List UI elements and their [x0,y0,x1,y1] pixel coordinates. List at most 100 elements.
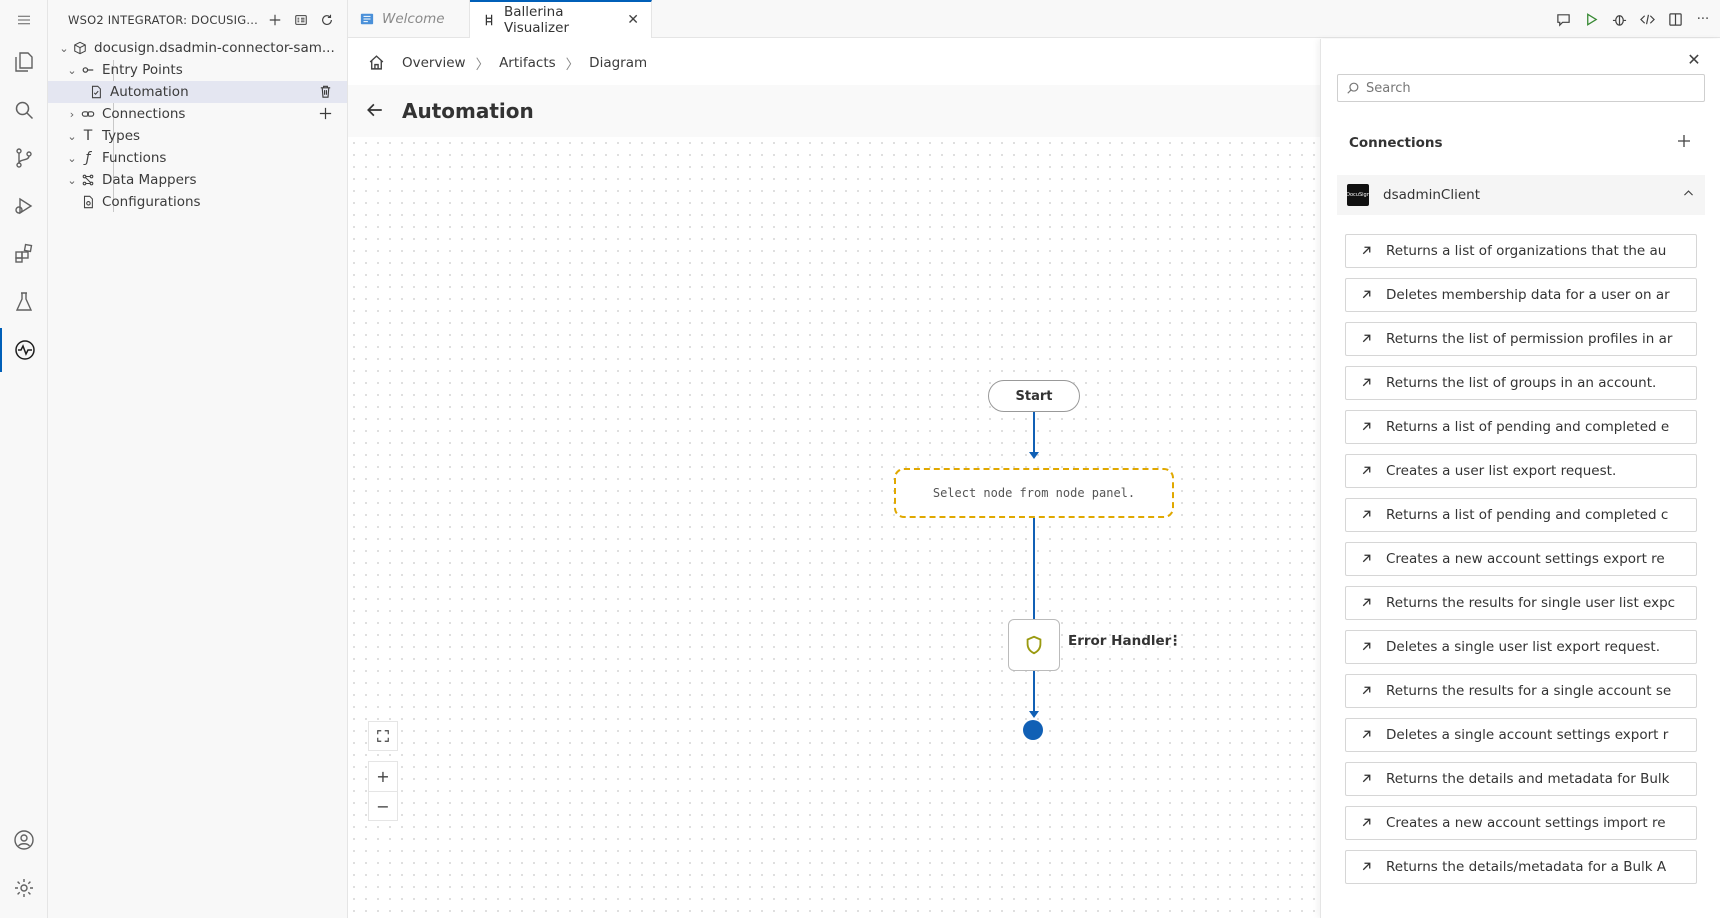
operation-label: Returns a list of pending and completed … [1386,507,1669,523]
operation-item[interactable]: Creates a new account settings export re [1345,542,1697,576]
delete-icon[interactable] [318,84,333,103]
add-connection-icon[interactable] [318,106,333,125]
tree-item-configurations[interactable]: Configurations [48,191,347,213]
chat-icon[interactable] [1554,10,1572,28]
search-input[interactable] [1366,80,1686,96]
explorer-header: WSO2 INTEGRATOR: DOCUSIG... [48,0,347,40]
arrow-up-right-icon [1360,816,1374,830]
operation-item[interactable]: Returns the results for a single account… [1345,674,1697,708]
breadcrumb-artifacts[interactable]: Artifacts [499,55,556,71]
add-icon[interactable] [266,11,284,29]
arrow-up-right-icon [1360,728,1374,742]
arrow-up-right-icon [1360,464,1374,478]
close-icon[interactable]: ✕ [627,12,639,28]
tree-item-connections[interactable]: › Connections [48,103,347,125]
chevron-right-icon: 〉 [565,57,580,73]
explorer-panel: WSO2 INTEGRATOR: DOCUSIG... ⌄ docusign.d… [48,0,348,918]
settings-gear-icon[interactable] [0,866,48,910]
operation-item[interactable]: Creates a user list export request. [1345,454,1697,488]
operation-label: Returns the details and metadata for Bul… [1386,771,1670,787]
run-debug-icon[interactable] [0,184,48,228]
operation-label: Returns a list of organizations that the… [1386,243,1667,259]
zoom-out-button[interactable]: − [368,791,398,821]
tab-welcome[interactable]: Welcome [348,0,470,38]
activity-bar [0,0,48,918]
search-box[interactable] [1337,74,1705,102]
add-connection-button[interactable] [1674,129,1694,153]
tree-project-label: docusign.dsadmin-connector-sam... [94,40,335,56]
testing-icon[interactable] [0,280,48,324]
account-icon[interactable] [0,818,48,862]
operation-item[interactable]: Returns the details and metadata for Bul… [1345,762,1697,796]
operation-item[interactable]: Returns a list of organizations that the… [1345,234,1697,268]
tree-item-data-mappers[interactable]: ⌄ Data Mappers [48,169,347,191]
search-icon[interactable] [0,88,48,132]
welcome-icon [360,12,374,26]
source-control-icon[interactable] [0,136,48,180]
chevron-down-icon: ⌄ [67,151,77,165]
tab-ballerina-visualizer[interactable]: Ballerina Visualizer ✕ [470,0,652,38]
close-panel-icon[interactable]: ✕ [1684,49,1704,69]
fit-to-screen-button[interactable] [368,721,398,751]
explorer-icon[interactable] [0,40,48,84]
operation-item[interactable]: Returns the list of permission profiles … [1345,322,1697,356]
operation-label: Returns the details/metadata for a Bulk … [1386,859,1667,875]
breadcrumb: Overview 〉 Artifacts 〉 Diagram [368,51,647,75]
operation-item[interactable]: Deletes a single user list export reques… [1345,630,1697,664]
operation-label: Creates a new account settings export re [1386,551,1665,567]
operation-item[interactable]: Deletes membership data for a user on ar [1345,278,1697,312]
kebab-menu-icon[interactable]: ⋮ [1168,633,1182,649]
arrow-head [1029,711,1039,718]
refresh-icon[interactable] [318,11,336,29]
tree-item-label: Automation [110,84,189,100]
arrow-up-right-icon [1360,552,1374,566]
operation-item[interactable]: Returns the results for single user list… [1345,586,1697,620]
operation-item[interactable]: Creates a new account settings import re [1345,806,1697,840]
tree-item-types[interactable]: ⌄ T Types [48,125,347,147]
split-editor-icon[interactable] [1666,10,1684,28]
more-actions-icon[interactable]: ··· [1694,10,1712,28]
operation-item[interactable]: Returns the list of groups in an account… [1345,366,1697,400]
operation-item[interactable]: Returns a list of pending and completed … [1345,498,1697,532]
file-icon [88,84,104,100]
back-arrow-icon[interactable] [366,101,386,121]
home-icon[interactable] [368,54,386,72]
tree-item-functions[interactable]: ⌄ ƒ Functions [48,147,347,169]
wso2-integrator-icon[interactable] [0,328,48,372]
chevron-up-icon[interactable] [1682,187,1695,203]
extensions-icon[interactable] [0,232,48,276]
operation-label: Deletes membership data for a user on ar [1386,287,1670,303]
tree-item-entry-points[interactable]: ⌄ Entry Points [48,59,347,81]
breadcrumb-diagram[interactable]: Diagram [589,55,647,71]
explorer-title: WSO2 INTEGRATOR: DOCUSIG... [68,13,258,27]
error-handler-node[interactable] [1008,619,1060,671]
operation-item[interactable]: Deletes a single account settings export… [1345,718,1697,752]
error-handler-label: Error Handler [1068,633,1172,649]
operation-item[interactable]: Returns a list of pending and completed … [1345,410,1697,444]
debug-icon[interactable] [1610,10,1628,28]
diagram-canvas[interactable]: Start Select node from node panel. Error… [348,137,1320,918]
breadcrumb-overview[interactable]: Overview [402,55,466,71]
code-icon[interactable] [1638,10,1656,28]
start-node[interactable]: Start [988,380,1080,412]
run-icon[interactable] [1582,10,1600,28]
operation-label: Returns a list of pending and completed … [1386,419,1670,435]
tree-project[interactable]: ⌄ docusign.dsadmin-connector-sam... [48,37,347,59]
flow-line [1033,671,1035,713]
data-mapper-icon [80,172,96,188]
placeholder-node[interactable]: Select node from node panel. [894,468,1174,518]
tree-item-automation[interactable]: Automation [48,81,347,103]
docusign-logo-icon: DocuSign [1346,184,1370,206]
search-icon [1347,82,1359,94]
arrow-head [1029,452,1039,459]
connection-header[interactable]: DocuSign dsadminClient [1337,175,1705,215]
chevron-down-icon: ⌄ [67,173,77,187]
visualizer-icon[interactable] [292,11,310,29]
arrow-up-right-icon [1360,508,1374,522]
chevron-down-icon: ⌄ [67,129,77,143]
menu-icon[interactable] [0,0,48,40]
arrow-up-right-icon [1360,420,1374,434]
arrow-up-right-icon [1360,376,1374,390]
zoom-in-button[interactable]: + [368,761,398,791]
operation-item[interactable]: Returns the details/metadata for a Bulk … [1345,850,1697,884]
